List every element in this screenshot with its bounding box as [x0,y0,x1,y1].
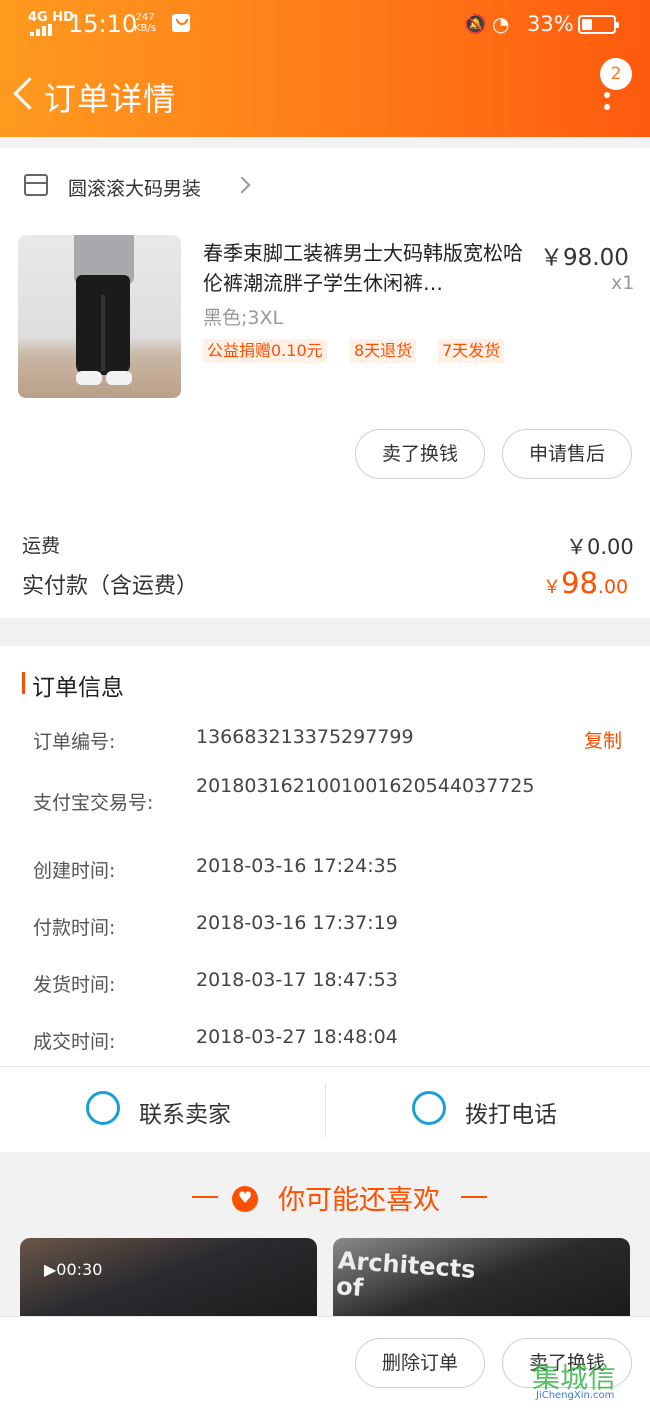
completed-time-label: 成交时间: [33,1031,116,1053]
store-icon [24,174,48,196]
recommend-item[interactable]: Architects of [333,1238,630,1323]
recommend-item[interactable]: ▶00:30 [20,1238,317,1323]
shipping-label: 运费 [22,535,61,557]
site-watermark: 集城信 JiChengXin.com [532,1356,650,1408]
tag-charity: 公益捐赠0.10元 [203,339,327,363]
product-title[interactable]: 春季束脚工装裤男士大码韩版宽松哈伦裤潮流胖子学生休闲裤… [203,238,533,298]
back-button[interactable] [8,72,40,116]
watermark-domain: JiChengXin.com [536,1390,615,1401]
shipped-time-label: 发货时间: [33,974,116,996]
chat-face-icon [86,1091,120,1125]
recommend-title: 你可能还喜欢 [278,1185,440,1216]
product-sku: 黑色;3XL [203,307,284,329]
mute-bell-icon: 🔕 [464,14,487,35]
paid-label: 实付款（含运费） [22,574,199,599]
copy-order-number-button[interactable]: 复制 [584,726,622,753]
delete-order-button[interactable]: 删除订单 [355,1338,485,1388]
order-number-value: 136683213375297799 [196,726,414,748]
alipay-trade-label: 支付宝交易号: [33,792,154,814]
alipay-trade-value: 2018031621001001620544037725 [196,775,535,797]
app-header: 4G HD 15:10 247 KB/s 🔕 ◔ 33% 订单详情 2 [0,0,650,137]
product-image[interactable] [18,235,181,398]
contact-seller-label: 联系卖家 [139,1102,231,1128]
paid-time-value: 2018-03-16 17:37:19 [196,912,398,934]
paid-currency: ￥ [543,577,561,598]
more-menu-button[interactable]: 2 [590,54,636,114]
contact-seller-button[interactable]: 联系卖家 [0,1067,325,1153]
battery-icon [578,15,619,34]
shipped-time-value: 2018-03-17 18:47:53 [196,969,398,991]
store-name: 圆滚滚大码男装 [68,178,202,200]
section-accent-bar [22,672,25,694]
order-number-label: 订单编号: [33,731,116,753]
tag-delivery: 7天发货 [438,339,505,363]
shipping-value: ￥0.00 [566,535,634,559]
completed-time-value: 2018-03-27 18:48:04 [196,1026,398,1048]
paid-integer: 98 [561,566,598,600]
more-dot-icon [604,92,610,98]
after-sale-button[interactable]: 申请售后 [502,429,632,479]
network-speed: 247 KB/s [134,12,156,34]
recommend-item-caption: Architects of [335,1246,477,1303]
order-info-title: 订单信息 [32,675,124,701]
sell-for-cash-button[interactable]: 卖了换钱 [355,429,485,479]
product-price: ￥98.00 [540,245,629,271]
status-time: 15:10 [68,10,138,38]
phone-icon [412,1091,446,1125]
battery-percent: 33% [527,12,574,36]
message-icon [172,14,190,32]
speed-unit: KB/s [134,23,156,34]
signal-icon [30,24,56,36]
contact-bar: 联系卖家 拨打电话 [0,1066,650,1152]
page-title: 订单详情 [44,80,177,118]
speed-value: 247 [135,12,155,23]
more-dot-icon [604,104,610,110]
call-phone-button[interactable]: 拨打电话 [326,1067,650,1153]
status-bar: 4G HD 15:10 247 KB/s 🔕 ◔ 33% [0,0,650,52]
video-duration: ▶00:30 [44,1260,103,1279]
created-time-label: 创建时间: [33,860,116,882]
call-phone-label: 拨打电话 [465,1102,557,1128]
notification-badge: 2 [600,58,632,90]
wifi-icon: ◔ [492,12,510,36]
paid-decimal: .00 [597,576,629,598]
tag-return: 8天退货 [350,339,417,363]
divider [461,1196,487,1198]
product-quantity: x1 [611,272,635,294]
created-time-value: 2018-03-16 17:24:35 [196,855,398,877]
paid-value: ￥98.00 [543,566,628,600]
paid-time-label: 付款时间: [33,917,116,939]
